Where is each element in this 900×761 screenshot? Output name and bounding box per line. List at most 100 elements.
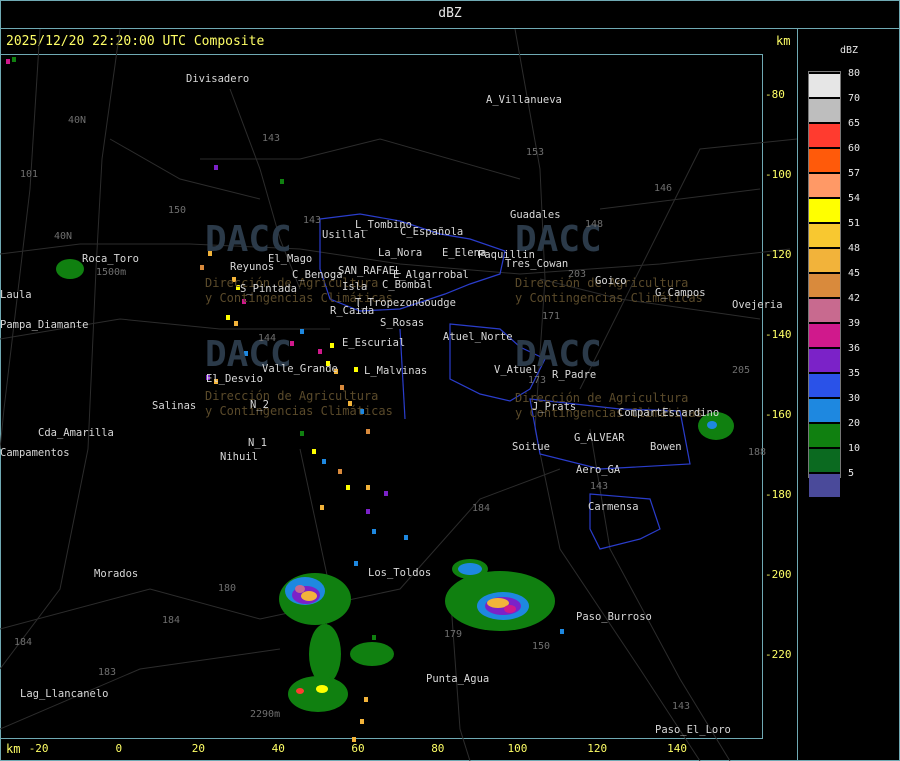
radar-echo-pixel: [338, 469, 342, 474]
radar-echo-pixel: [366, 485, 370, 490]
route-number: 150: [168, 205, 187, 216]
legend-label: 10: [848, 443, 861, 454]
radar-echo-pixel: [330, 343, 334, 348]
radar-echo-pixel: [214, 165, 218, 170]
place-label: Cda_Amarilla: [38, 427, 114, 439]
legend-label: 20: [848, 418, 861, 429]
route-number: 183: [98, 667, 117, 678]
place-label: La_Nora: [378, 247, 423, 259]
x-tick-label: 140: [667, 742, 687, 755]
radar-echo: [295, 585, 305, 593]
route-number: 101: [20, 169, 39, 180]
y-tick-label: -120: [765, 248, 792, 261]
place-label: Atuel_Norte: [443, 331, 513, 343]
radar-echo: [707, 421, 717, 429]
route-number: 188: [748, 447, 767, 458]
place-label: L_Malvinas: [364, 365, 428, 377]
route-number: 2290m: [250, 709, 281, 720]
radar-echo: [301, 591, 317, 601]
radar-echo-pixel: [404, 535, 408, 540]
legend-swatch-30: [809, 399, 840, 422]
radar-echo-pixel: [360, 719, 364, 724]
place-label: A_Villanueva: [486, 94, 562, 106]
route-number: 179: [444, 629, 463, 640]
route-number: 40N: [54, 231, 73, 242]
x-tick-label: 0: [115, 742, 123, 755]
map-line: [599, 188, 761, 210]
y-tick-label: -140: [765, 328, 792, 341]
place-label: CompartEscardino: [618, 407, 720, 419]
place-label: S_Pintada: [240, 283, 297, 295]
legend-label: 80: [848, 68, 861, 79]
radar-echo: [296, 688, 304, 694]
radar-echo-pixel: [318, 349, 322, 354]
radar-echo-pixel: [12, 57, 16, 62]
legend-title: dBZ: [840, 45, 859, 56]
place-label: G_ALVEAR: [574, 432, 625, 444]
legend-swatch-36: [809, 349, 840, 372]
x-tick-label: 60: [351, 742, 365, 755]
legend-swatch-20: [809, 424, 840, 447]
place-label: El_Desvio: [206, 373, 263, 385]
legend-label: 57: [848, 168, 861, 179]
legend-label: 39: [848, 318, 861, 329]
legend-label: 60: [848, 143, 861, 154]
radar-echo-pixel: [372, 529, 376, 534]
route-number: 143: [590, 481, 609, 492]
legend-label: 42: [848, 293, 861, 304]
place-label: Divisadero: [186, 73, 250, 85]
map-line: [200, 138, 521, 180]
radar-echo: [316, 685, 328, 693]
legend-label: 30: [848, 393, 861, 404]
route-number: 153: [526, 147, 545, 158]
place-label: R_Caida: [330, 305, 375, 317]
radar-echo-pixel: [312, 449, 316, 454]
dbz-legend: dBZ 80 70 65 60 57 54 51 48 45 42 39 36 35 30 20 10 5: [798, 29, 900, 761]
route-number: 148: [585, 219, 604, 230]
radar-echo-pixel: [366, 509, 370, 514]
place-label: Usillal: [322, 229, 367, 241]
y-tick-label: -200: [765, 568, 792, 581]
legend-label: 51: [848, 218, 861, 229]
legend-swatch-70: [809, 99, 840, 122]
legend-label: 70: [848, 93, 861, 104]
route-number: 150: [532, 641, 551, 652]
y-tick-label: -220: [765, 648, 792, 661]
radar-echo: [504, 605, 516, 613]
route-number: 171: [542, 311, 561, 322]
radar-echo: [350, 642, 394, 666]
radar-echo: [56, 259, 84, 279]
place-label: G_Campos: [655, 287, 706, 299]
radar-echo-pixel: [366, 429, 370, 434]
radar-echo-pixel: [300, 329, 304, 334]
legend-swatch-5: [809, 474, 840, 497]
place-label: Salinas: [152, 400, 197, 412]
radar-echo-pixel: [560, 629, 564, 634]
route-number: 205: [732, 365, 751, 376]
radar-echo-pixel: [226, 315, 230, 320]
radar-echo-pixel: [200, 265, 204, 270]
route-number: 173: [528, 375, 547, 386]
route-number: 146: [654, 183, 673, 194]
route-number: 143: [262, 133, 281, 144]
place-label: Isla: [342, 281, 368, 293]
place-label: Ovejeria: [732, 299, 783, 311]
place-label: Roca_Toro: [82, 253, 139, 265]
radar-map-panel[interactable]: 2025/12/20 22:20:00 UTC Composite km km …: [0, 29, 798, 761]
place-label: Campamentos: [0, 447, 70, 459]
watermark-line2: y Contingencias Climáticas: [205, 404, 393, 418]
place-label: Pampa_Diamante: [0, 319, 89, 331]
legend-swatch-35: [809, 374, 840, 397]
legend-swatch-10: [809, 449, 840, 472]
place-label: E_Escurial: [342, 337, 406, 349]
radar-echo-pixel: [300, 431, 304, 436]
legend-swatch-54: [809, 199, 840, 222]
place-label: C_Española: [400, 226, 464, 238]
route-number: 143: [672, 701, 691, 712]
place-label: Valle_Grande: [262, 363, 338, 375]
x-tick-label: 120: [587, 742, 608, 755]
route-number: 143: [303, 215, 322, 226]
radar-echo-pixel: [320, 505, 324, 510]
place-label: Soitue: [512, 441, 550, 453]
place-label: Bowen: [650, 441, 682, 453]
